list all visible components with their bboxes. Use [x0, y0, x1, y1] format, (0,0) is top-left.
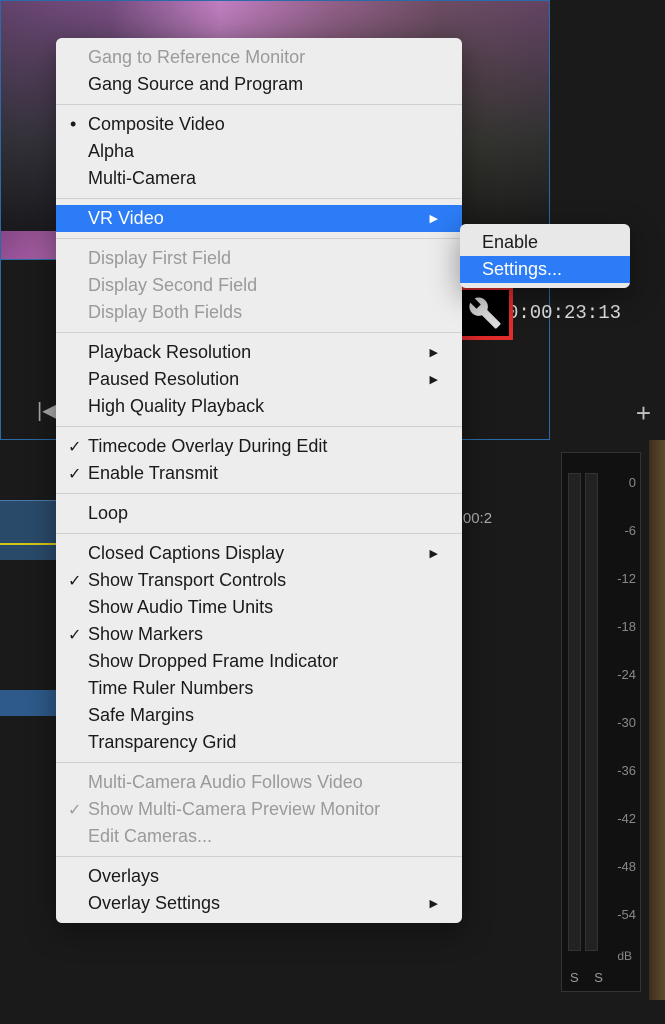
- submenu-settings[interactable]: Settings...: [460, 256, 630, 283]
- meter-tick: -30: [598, 715, 636, 730]
- menu-multi-camera[interactable]: Multi-Camera: [56, 165, 462, 192]
- menu-separator: [56, 856, 462, 857]
- menu-mc-audio-follows[interactable]: Multi-Camera Audio Follows Video: [56, 769, 462, 796]
- menu-overlays[interactable]: Overlays: [56, 863, 462, 890]
- menu-paused-resolution[interactable]: Paused Resolution: [56, 366, 462, 393]
- menu-show-markers[interactable]: Show Markers: [56, 621, 462, 648]
- submenu-enable[interactable]: Enable: [460, 229, 630, 256]
- menu-closed-captions[interactable]: Closed Captions Display: [56, 540, 462, 567]
- timeline-clip[interactable]: [0, 690, 60, 716]
- audio-meter-scale: 0 -6 -12 -18 -24 -30 -36 -42 -48 -54: [596, 453, 640, 991]
- meter-tick: -18: [598, 619, 636, 634]
- wrench-icon: [468, 296, 502, 330]
- menu-show-transport[interactable]: Show Transport Controls: [56, 567, 462, 594]
- menu-display-second-field[interactable]: Display Second Field: [56, 272, 462, 299]
- audio-meter-bars: [568, 473, 598, 951]
- settings-wrench-highlight[interactable]: [457, 286, 513, 340]
- menu-alpha[interactable]: Alpha: [56, 138, 462, 165]
- menu-separator: [56, 762, 462, 763]
- timecode-display: 00:00:23:13: [496, 302, 621, 324]
- menu-vr-video-label: VR Video: [88, 208, 164, 229]
- menu-separator: [56, 198, 462, 199]
- menu-display-first-field[interactable]: Display First Field: [56, 245, 462, 272]
- audio-bar-left: [568, 473, 581, 951]
- menu-paused-resolution-label: Paused Resolution: [88, 369, 239, 390]
- meter-tick: -24: [598, 667, 636, 682]
- menu-mc-preview-monitor[interactable]: Show Multi-Camera Preview Monitor: [56, 796, 462, 823]
- panel-divider: [649, 440, 665, 1000]
- meter-db-label: dB: [617, 949, 632, 963]
- meter-tick: -36: [598, 763, 636, 778]
- menu-timecode-overlay[interactable]: Timecode Overlay During Edit: [56, 433, 462, 460]
- menu-separator: [56, 104, 462, 105]
- meter-tick: -6: [598, 523, 636, 538]
- vr-video-submenu: Enable Settings...: [460, 224, 630, 288]
- meter-solo-labels: S S: [570, 970, 609, 985]
- menu-high-quality-playback[interactable]: High Quality Playback: [56, 393, 462, 420]
- menu-playback-resolution[interactable]: Playback Resolution: [56, 339, 462, 366]
- menu-overlay-settings-label: Overlay Settings: [88, 893, 220, 914]
- program-monitor-context-menu: Gang to Reference Monitor Gang Source an…: [56, 38, 462, 923]
- menu-separator: [56, 332, 462, 333]
- menu-loop[interactable]: Loop: [56, 500, 462, 527]
- meter-tick: -42: [598, 811, 636, 826]
- meter-tick: -54: [598, 907, 636, 922]
- menu-gang-source[interactable]: Gang Source and Program: [56, 71, 462, 98]
- menu-composite-video[interactable]: Composite Video: [56, 111, 462, 138]
- menu-separator: [56, 533, 462, 534]
- menu-separator: [56, 493, 462, 494]
- menu-closed-captions-label: Closed Captions Display: [88, 543, 284, 564]
- meter-tick: -12: [598, 571, 636, 586]
- menu-edit-cameras[interactable]: Edit Cameras...: [56, 823, 462, 850]
- timeline-header[interactable]: [0, 500, 60, 560]
- menu-separator: [56, 426, 462, 427]
- add-button-icon[interactable]: +: [636, 398, 651, 429]
- menu-overlay-settings[interactable]: Overlay Settings: [56, 890, 462, 917]
- menu-show-audio-units[interactable]: Show Audio Time Units: [56, 594, 462, 621]
- menu-vr-video[interactable]: VR Video: [56, 205, 462, 232]
- menu-separator: [56, 238, 462, 239]
- mark-in-icon[interactable]: |◀: [37, 398, 58, 423]
- menu-safe-margins[interactable]: Safe Margins: [56, 702, 462, 729]
- menu-playback-resolution-label: Playback Resolution: [88, 342, 251, 363]
- menu-show-dropped-frame[interactable]: Show Dropped Frame Indicator: [56, 648, 462, 675]
- menu-enable-transmit[interactable]: Enable Transmit: [56, 460, 462, 487]
- menu-time-ruler-numbers[interactable]: Time Ruler Numbers: [56, 675, 462, 702]
- timeline-marker-line: [0, 543, 60, 545]
- meter-tick: 0: [598, 475, 636, 490]
- menu-display-both-fields[interactable]: Display Both Fields: [56, 299, 462, 326]
- audio-meter: 0 -6 -12 -18 -24 -30 -36 -42 -48 -54 dB …: [561, 452, 641, 992]
- menu-gang-reference[interactable]: Gang to Reference Monitor: [56, 44, 462, 71]
- menu-transparency-grid[interactable]: Transparency Grid: [56, 729, 462, 756]
- meter-tick: -48: [598, 859, 636, 874]
